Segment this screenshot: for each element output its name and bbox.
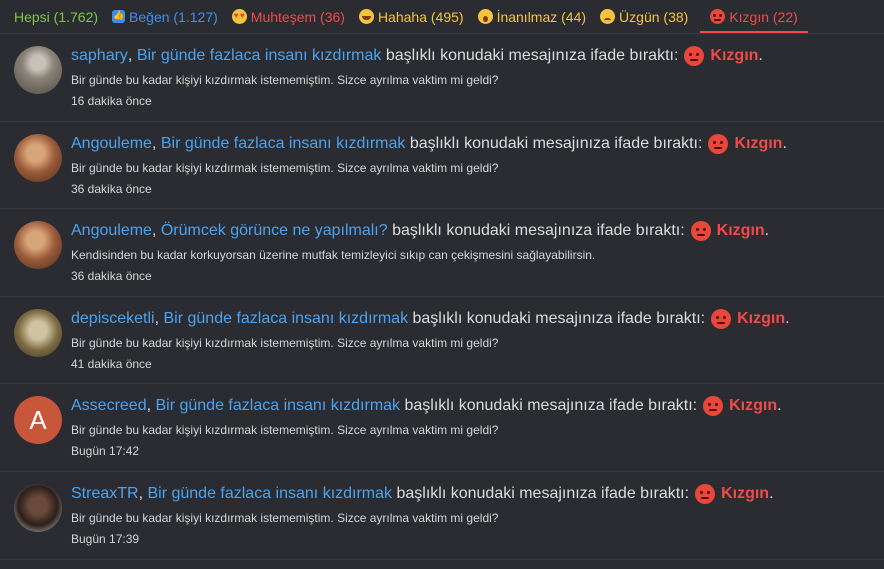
love-eyes-icon <box>231 9 247 24</box>
reaction-filter-tabs: Hepsi (1.762) Beğen (1.127) Muhteşem (36… <box>0 0 884 34</box>
action-text: başlıklı konudaki mesajınıza ifade bırak… <box>408 309 706 327</box>
tab-label: Beğen (1.127) <box>129 8 218 25</box>
reaction-label: Kızgın <box>737 309 786 327</box>
tab-all[interactable]: Hepsi (1.762) <box>14 0 98 34</box>
topic-link[interactable]: Bir günde fazlaca insanı kızdırmak <box>155 396 400 416</box>
angry-icon <box>710 9 726 24</box>
tab-label: Üzgün (38) <box>619 8 689 25</box>
topic-link[interactable]: Bir günde fazlaca insanı kızdırmak <box>147 484 392 504</box>
user-link[interactable]: Angouleme <box>71 134 152 154</box>
list-item: depisceketli, Bir günde fazlaca insanı k… <box>0 297 884 385</box>
angry-icon <box>695 483 716 504</box>
timestamp: 41 dakika önce <box>71 356 152 371</box>
notification-body: saphary, Bir günde fazlaca insanı kızdır… <box>71 46 874 108</box>
message-snippet: Bir günde bu kadar kişiyi kızdırmak iste… <box>71 510 499 525</box>
notification-text: saphary, Bir günde fazlaca insanı kızdır… <box>71 46 763 66</box>
avatar[interactable] <box>14 308 62 357</box>
timestamp: Bugün 17:39 <box>71 531 140 546</box>
tab-like[interactable]: Beğen (1.127) <box>112 0 218 34</box>
angry-icon <box>711 308 732 329</box>
angry-icon <box>708 133 729 154</box>
notification-list: saphary, Bir günde fazlaca insanı kızdır… <box>0 34 884 560</box>
user-link[interactable]: StreaxTR <box>71 484 139 504</box>
laugh-icon <box>358 9 374 24</box>
list-item: saphary, Bir günde fazlaca insanı kızdır… <box>0 34 884 122</box>
tab-label: Kızgın (22) <box>729 8 798 25</box>
notification-body: StreaxTR, Bir günde fazlaca insanı kızdı… <box>71 483 874 546</box>
tab-haha[interactable]: Hahaha (495) <box>358 0 464 34</box>
reaction-label: Kızgın <box>729 397 778 415</box>
tab-wow[interactable]: İnanılmaz (44) <box>477 0 587 34</box>
message-snippet: Bir günde bu kadar kişiyi kızdırmak iste… <box>71 73 499 87</box>
notification-text: Angouleme, Bir günde fazlaca insanı kızd… <box>71 133 787 154</box>
timestamp: Bugün 17:42 <box>71 444 140 459</box>
notification-text: Assecreed, Bir günde fazlaca insanı kızd… <box>71 396 782 417</box>
topic-link[interactable]: Örümcek görünce ne yapılmalı? <box>161 221 388 241</box>
list-item: StreaxTR, Bir günde fazlaca insanı kızdı… <box>0 472 884 560</box>
sad-icon <box>600 9 616 24</box>
topic-link[interactable]: Bir günde fazlaca insanı kızdırmak <box>164 309 409 329</box>
action-text: başlıklı konudaki mesajınıza ifade bırak… <box>392 484 690 502</box>
tab-label: Hepsi (1.762) <box>14 8 99 25</box>
reaction-label: Kızgın <box>721 484 770 502</box>
tab-sad[interactable]: Üzgün (38) <box>600 0 688 34</box>
timestamp: 16 dakika önce <box>71 94 152 108</box>
topic-link[interactable]: Bir günde fazlaca insanı kızdırmak <box>161 134 406 154</box>
tab-label: Hahaha (495) <box>377 8 464 25</box>
message-snippet: Bir günde bu kadar kişiyi kızdırmak iste… <box>71 335 499 350</box>
message-snippet: Bir günde bu kadar kişiyi kızdırmak iste… <box>71 160 499 175</box>
avatar[interactable] <box>14 46 62 94</box>
angry-icon <box>703 396 724 417</box>
message-snippet: Bir günde bu kadar kişiyi kızdırmak iste… <box>71 423 499 438</box>
tab-label: Muhteşem (36) <box>250 8 345 25</box>
notification-body: Assecreed, Bir günde fazlaca insanı kızd… <box>71 396 874 458</box>
timestamp: 36 dakika önce <box>71 181 152 196</box>
tab-label: İnanılmaz (44) <box>496 8 587 25</box>
reaction-label: Kızgın <box>710 47 759 64</box>
user-link[interactable]: depisceketli <box>71 309 155 329</box>
notification-body: depisceketli, Bir günde fazlaca insanı k… <box>71 308 874 371</box>
reaction-label: Kızgın <box>716 222 765 240</box>
user-link[interactable]: Assecreed <box>71 396 147 416</box>
avatar[interactable] <box>14 483 62 532</box>
notification-body: Angouleme, Örümcek görünce ne yapılmalı?… <box>71 221 874 283</box>
like-icon <box>112 10 126 23</box>
user-link[interactable]: saphary <box>71 46 128 66</box>
tab-love[interactable]: Muhteşem (36) <box>231 0 345 34</box>
avatar-letter: A <box>29 404 47 435</box>
avatar[interactable]: A <box>14 396 62 445</box>
tab-angry[interactable]: Kızgın (22) <box>700 0 809 34</box>
notification-text: StreaxTR, Bir günde fazlaca insanı kızdı… <box>71 483 774 504</box>
topic-link[interactable]: Bir günde fazlaca insanı kızdırmak <box>137 46 382 66</box>
reaction-label: Kızgın <box>734 134 783 152</box>
list-item: Angouleme, Bir günde fazlaca insanı kızd… <box>0 122 884 210</box>
notification-text: Angouleme, Örümcek görünce ne yapılmalı?… <box>71 221 770 242</box>
angry-icon <box>690 221 711 242</box>
timestamp: 36 dakika önce <box>71 269 152 284</box>
action-text: başlıklı konudaki mesajınıza ifade bırak… <box>400 397 698 415</box>
action-text: başlıklı konudaki mesajınıza ifade bırak… <box>405 134 703 152</box>
avatar[interactable] <box>14 221 62 270</box>
message-snippet: Kendisinden bu kadar korkuyorsan üzerine… <box>71 248 596 263</box>
notification-body: Angouleme, Bir günde fazlaca insanı kızd… <box>71 133 874 196</box>
action-text: başlıklı konudaki mesajınıza ifade bırak… <box>387 222 685 240</box>
list-item: A Assecreed, Bir günde fazlaca insanı kı… <box>0 384 884 472</box>
avatar[interactable] <box>14 133 62 182</box>
list-item: Angouleme, Örümcek görünce ne yapılmalı?… <box>0 209 884 297</box>
notification-text: depisceketli, Bir günde fazlaca insanı k… <box>71 308 790 329</box>
action-text: başlıklı konudaki mesajınıza ifade bırak… <box>381 47 679 64</box>
angry-icon <box>684 46 705 66</box>
user-link[interactable]: Angouleme <box>71 221 152 241</box>
wow-icon <box>477 9 493 24</box>
